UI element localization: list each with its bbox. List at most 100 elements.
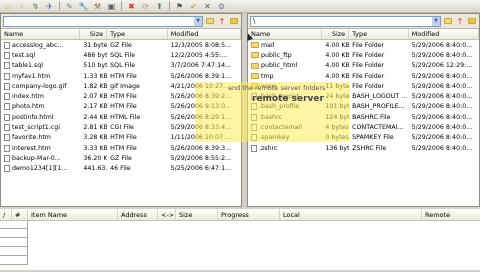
- col-type[interactable]: Type: [107, 29, 168, 39]
- remote-path-combo[interactable]: \ ▼: [250, 15, 441, 27]
- folder-up-icon[interactable]: [205, 16, 215, 26]
- file-type-cell: 46 File: [110, 165, 131, 173]
- file-row[interactable]: .bashrc 124 bytesBASHRC File 5/29/2006 8:4…: [248, 112, 479, 122]
- file-name: interest.htm: [12, 144, 51, 152]
- refresh-icon[interactable]: ⟳: [140, 1, 151, 11]
- queue-col-status[interactable]: /: [0, 209, 12, 220]
- queue-col-size[interactable]: Size: [176, 209, 218, 220]
- col-name[interactable]: Name: [248, 29, 323, 39]
- file-type-cell: SPAMKEY File: [352, 134, 394, 142]
- new-folder-icon[interactable]: [229, 16, 239, 26]
- queue-col-address[interactable]: Address: [118, 209, 158, 220]
- queue-col-number[interactable]: #: [12, 209, 28, 220]
- file-row[interactable]: interest.htm 3.33 KB HTM File 5/26/2006 8:3…: [1, 143, 241, 153]
- queue-col-item-name[interactable]: Item Name: [28, 209, 118, 220]
- remote-path-bar: \ ▼ ↑: [248, 14, 479, 29]
- col-modified[interactable]: Modified: [409, 29, 479, 39]
- queue-col-progress[interactable]: Progress: [218, 209, 280, 220]
- file-type-cell: HTML File: [110, 113, 141, 121]
- file-row[interactable]: backup-Mar-0... 36.20 KBGZ File 5/29/2006 …: [1, 153, 241, 163]
- file-row[interactable]: table1.sql 510 bytesSQL File 3/7/2006 7:47…: [1, 61, 241, 71]
- main-toolbar: ▭ ⚡ ↯ ✈ ✎ 🔧 ⚒ ▣ ✖ ⟳ ⬆ ⚑ ✔ ✕ ⚙: [0, 0, 480, 13]
- toolbar-separator: [59, 1, 60, 11]
- folder-up-icon[interactable]: [443, 16, 453, 26]
- folder-icon[interactable]: ▭: [2, 1, 13, 11]
- col-type[interactable]: Type: [349, 29, 409, 39]
- upload-icon[interactable]: ⬆: [154, 1, 165, 11]
- queue-grid: [0, 220, 28, 272]
- new-folder-icon[interactable]: [467, 16, 477, 26]
- queue-row[interactable]: [0, 256, 28, 265]
- file-name: .bash_profile: [259, 103, 300, 111]
- file-name-cell: postinfo.html: [1, 113, 80, 121]
- file-name: photo.htm: [12, 103, 45, 111]
- file-size-cell: 3.28 KB: [83, 134, 108, 142]
- delete-icon[interactable]: ✕: [202, 1, 213, 11]
- file-name-cell: .zshrc: [248, 144, 322, 152]
- queue-col-local[interactable]: Local: [280, 209, 422, 220]
- file-name-cell: favorite.htm: [1, 134, 80, 142]
- file-modified-cell: 5/26/2006 8:39:1...: [170, 72, 232, 80]
- settings-icon[interactable]: ⚙: [216, 1, 227, 11]
- col-size[interactable]: Size: [322, 29, 350, 39]
- file-row[interactable]: test_script1.cgi 2.81 KB CGI File 5/29/2006…: [1, 122, 241, 132]
- disconnect-icon[interactable]: ✈: [44, 1, 55, 11]
- file-icon: [4, 124, 10, 132]
- file-row[interactable]: .spamkey 0 bytes SPAMKEY File 5/29/2006 8:4…: [248, 133, 479, 143]
- file-icon: [251, 124, 257, 132]
- file-row[interactable]: photo.htm 2.17 KB HTM File 5/26/2006 9:13:0…: [1, 102, 241, 112]
- queue-col-direction[interactable]: <->: [158, 209, 176, 220]
- file-row[interactable]: postinfo.html 2.44 KB HTML File 5/26/2006 8…: [1, 112, 241, 122]
- file-row[interactable]: tmp 4.00 KB File Folder 5/29/2006 8:40:0...: [248, 71, 479, 81]
- edit-icon[interactable]: ✎: [64, 1, 75, 11]
- chevron-down-icon[interactable]: ▼: [194, 16, 202, 26]
- file-name: public_ftp: [261, 51, 292, 59]
- tools-icon[interactable]: ⚒: [92, 1, 103, 11]
- filter-icon[interactable]: ⚑: [174, 1, 185, 11]
- file-modified-cell: 5/29/2006 8:40:0...: [411, 93, 473, 101]
- file-name-cell: .bashrc: [248, 113, 322, 121]
- col-size[interactable]: Size: [80, 29, 108, 39]
- file-size-cell: 36.20 KB: [83, 154, 108, 162]
- col-name[interactable]: Name: [1, 29, 81, 39]
- file-modified-cell: 5/29/2006 8:40:0...: [411, 41, 473, 49]
- local-path-combo[interactable]: ▼: [3, 15, 203, 27]
- file-row[interactable]: myfav1.htm 1.33 KB HTM File 5/26/2006 8:39:…: [1, 71, 241, 81]
- file-row[interactable]: test.sql 486 bytesSQL File 12/2/2005 4:55:…: [1, 50, 241, 60]
- connect-icon[interactable]: ↯: [30, 1, 41, 11]
- file-name: mail: [261, 41, 275, 49]
- file-size-cell: 2.44 KB: [83, 113, 108, 121]
- file-modified-cell: 5/26/2006 8:39:2...: [170, 93, 232, 101]
- file-row[interactable]: accesslog_abc... 31 bytesGZ File 12/3/2005…: [1, 40, 241, 50]
- file-name-cell: accesslog_abc...: [1, 41, 80, 49]
- stop-icon[interactable]: ✖: [126, 1, 137, 11]
- terminal-icon[interactable]: ▣: [106, 1, 117, 11]
- file-row[interactable]: public_ftp 4.00 KB File Folder 5/29/2006 8:…: [248, 50, 479, 60]
- queue-col-remote[interactable]: Remote: [422, 209, 480, 220]
- file-icon: [4, 165, 10, 173]
- file-row[interactable]: .contactemail 4 bytes CONTACTEMAI... 5/29/2…: [248, 122, 479, 132]
- wrench-icon[interactable]: 🔧: [78, 1, 89, 11]
- queue-row[interactable]: [0, 247, 28, 256]
- download-icon[interactable]: ✔: [188, 1, 199, 11]
- file-row[interactable]: .zshrc 136 bytesZSHRC File 5/29/2006 8:40:…: [248, 143, 479, 153]
- file-size-cell: 2.17 KB: [83, 103, 108, 111]
- file-name: index.htm: [12, 93, 44, 101]
- file-type-cell: gif Image: [110, 82, 140, 90]
- lightning-icon[interactable]: ⚡: [16, 1, 27, 11]
- queue-row[interactable]: [0, 220, 28, 229]
- file-modified-cell: 5/26/2006 9:13:0...: [170, 103, 232, 111]
- file-row[interactable]: mail 4.00 KB File Folder 5/29/2006 8:40:0..…: [248, 40, 479, 50]
- col-modified[interactable]: Modified: [168, 29, 241, 39]
- queue-row[interactable]: [0, 238, 28, 247]
- queue-row[interactable]: [0, 229, 28, 238]
- file-row[interactable]: public_html 4.00 KB File Folder 5/29/2006 1…: [248, 61, 479, 71]
- file-row[interactable]: demo1234[1][1... 441.63...46 File 5/25/200…: [1, 164, 241, 174]
- file-row[interactable]: index.htm 2.07 KB HTM File 5/26/2006 8:39:2…: [1, 91, 241, 101]
- file-row[interactable]: favorite.htm 3.28 KB HTM File 1/11/2006 10:…: [1, 133, 241, 143]
- refresh-icon[interactable]: ↑: [455, 16, 465, 26]
- file-modified-cell: 5/29/2006 8:33:4...: [170, 124, 232, 132]
- refresh-icon[interactable]: ↑: [217, 16, 227, 26]
- file-row[interactable]: company-logo.gif 1.82 KB gif Image 4/21/200…: [1, 81, 241, 91]
- chevron-down-icon[interactable]: ▼: [432, 16, 440, 26]
